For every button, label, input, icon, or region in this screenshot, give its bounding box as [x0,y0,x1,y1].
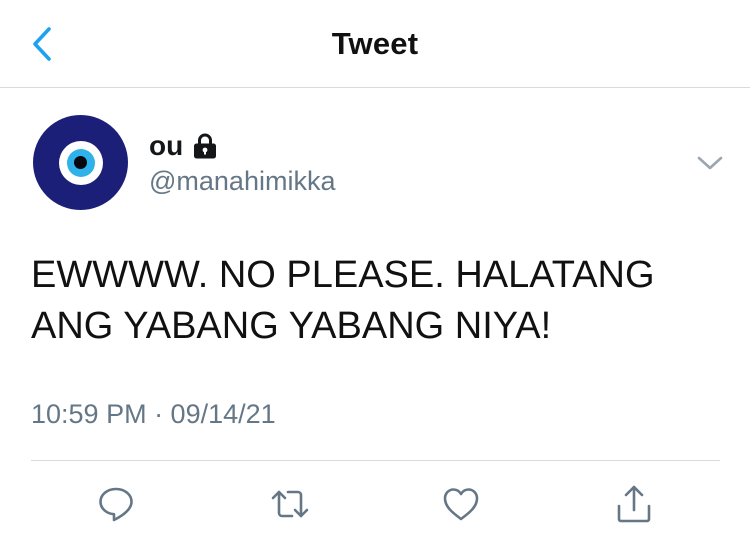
tweet-text-line: EWWWW. NO PLEASE. HALATANG [31,254,655,296]
share-button[interactable] [614,484,654,524]
tweet-timestamp: 10:59 PM · 09/14/21 [31,399,276,429]
lock-icon [192,133,218,160]
author-name-row: ou [149,128,218,164]
retweet-button[interactable] [270,484,310,524]
like-button[interactable] [441,484,481,524]
tweet-menu-button[interactable] [692,150,728,176]
user-handle[interactable]: @manahimikka [149,166,335,197]
chevron-down-icon [697,156,723,170]
retweet-icon [271,490,309,518]
heart-icon [443,488,479,521]
avatar[interactable] [33,115,128,210]
tweet-text: EWWWW. NO PLEASE. HALATANG ANG YABANG YA… [31,250,731,352]
navigation-header: Tweet [0,0,750,88]
comment-icon [99,487,133,522]
page-title: Tweet [331,26,419,61]
tweet-detail-screen: Tweet ou @manahimikka EWWWW. NO PLEASE. … [0,0,750,543]
avatar-eye-iris [66,148,95,177]
share-icon [617,485,651,523]
avatar-eye-pupil [74,156,87,169]
divider [31,460,720,461]
tweet-text-line: ANG YABANG YABANG NIYA! [31,305,552,347]
avatar-eye-white [58,140,103,185]
reply-button[interactable] [96,484,136,524]
display-name[interactable]: ou [149,130,183,162]
